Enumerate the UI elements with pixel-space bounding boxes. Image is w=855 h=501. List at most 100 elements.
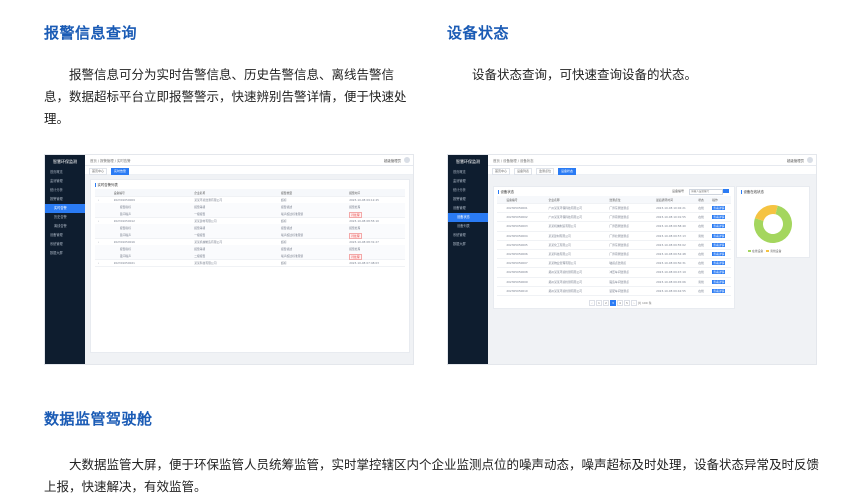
page-number[interactable]: 4 (617, 300, 623, 306)
legend-swatch (748, 250, 751, 252)
sidebar-item[interactable]: 设备列表 (448, 222, 488, 231)
table-cell: 在线 (698, 242, 704, 247)
detail-column-header: 报警等级 (194, 247, 206, 251)
table-cell: 厂界南侧监测点 (609, 215, 629, 220)
sidebar-item[interactable]: 统计分析 (45, 186, 85, 195)
table-cell: 广州某某环保科技有限公司 (548, 215, 583, 220)
table-cell: 2023-10-08 07:48:03 (349, 261, 379, 265)
user-name[interactable]: 超级管理员 (787, 158, 804, 163)
column-header: 设备编号 (506, 198, 518, 202)
sidebar-brand: 智慧环保监测 (456, 159, 480, 164)
detail-column-header: 报警等级 (194, 226, 206, 230)
table-cell: 202305050004 (506, 233, 528, 238)
sidebar-item[interactable]: 监测管理 (45, 177, 85, 186)
card-title: 实时告警列表 (95, 182, 118, 187)
pie-slice[interactable] (754, 205, 778, 221)
sidebar-item[interactable]: 数据大屏 (448, 240, 488, 249)
detail-cell: 昼间噪声 (119, 233, 131, 237)
breadcrumb[interactable]: 首页 / 设备管理 / 设备状态 (493, 158, 534, 163)
table-cell: 超标 (281, 198, 287, 202)
view-button[interactable]: 查看详情 (712, 242, 726, 247)
avatar[interactable] (404, 157, 410, 163)
page-tab[interactable]: 首页中心 (89, 167, 108, 175)
view-button[interactable]: 查看详情 (712, 215, 726, 220)
table-cell: 2023-10-08 08:31:27 (349, 240, 379, 244)
page-number[interactable]: 5 (624, 300, 630, 306)
sidebar-item[interactable]: 离线告警 (45, 222, 85, 231)
table-cell: 在线 (698, 215, 704, 220)
expand-icon[interactable]: › (98, 261, 99, 265)
view-button[interactable]: 查看详情 (712, 261, 726, 266)
user-name[interactable]: 超级管理员 (384, 158, 401, 163)
table-cell: 某某建材有限公司 (194, 219, 217, 223)
expand-icon[interactable]: › (98, 240, 99, 244)
prev-page-icon[interactable]: ‹ (589, 300, 595, 306)
view-button[interactable]: 查看详情 (712, 224, 726, 229)
page-tab[interactable]: 设备列表 (514, 167, 533, 175)
table-cell: 离线 (698, 233, 704, 238)
sidebar-item[interactable]: 监测管理 (448, 177, 488, 186)
sidebar-item[interactable]: 报警管理 (448, 195, 488, 204)
sidebar-item[interactable]: 统计分析 (448, 186, 488, 195)
table-cell: 某某环境监测有限公司 (194, 198, 223, 202)
table-cell: 厂界南侧监测点 (609, 252, 629, 256)
table-cell: 某某建材有限公司 (548, 233, 571, 238)
alarm-section-title: 报警信息查询 (44, 24, 138, 42)
sidebar-item[interactable]: 历史告警 (45, 213, 85, 222)
next-page-icon[interactable]: › (631, 300, 637, 306)
table-cell: 202301050016 (113, 240, 135, 244)
breadcrumb[interactable]: 首页 / 报警管理 / 实时告警 (90, 158, 131, 163)
table-cell: 202305050003 (506, 224, 528, 229)
detail-cell: 二级报警 (194, 254, 206, 258)
column-header: 设备编号 (113, 191, 125, 195)
expand-icon[interactable]: › (98, 198, 99, 202)
table-cell: 超标 (281, 261, 287, 265)
page-tab[interactable]: 设备状态 (558, 167, 577, 175)
view-button[interactable]: 查看详情 (712, 288, 726, 293)
detail-column-header: 报警指标 (119, 226, 131, 230)
alarm-section-body: 报警信息可分为实时告警信息、历史告警信息、离线告警信息，数据超标平台立即报警警示… (44, 67, 407, 126)
view-button[interactable]: 查看详情 (712, 270, 726, 275)
view-button[interactable]: 查看详情 (712, 279, 726, 284)
page-number[interactable]: 1 (596, 300, 602, 306)
sidebar-item[interactable]: 实时告警 (45, 204, 85, 213)
sidebar: 智慧环保监测 首页概览 监测管理 统计分析 报警管理 设备管理 设备状态 设备列表 系统管理数… (448, 155, 488, 364)
sidebar-item[interactable]: 首页概览 (45, 168, 85, 177)
view-button[interactable]: 查看详情 (712, 233, 726, 238)
table-cell: 超标 (281, 240, 287, 244)
page-number[interactable]: 2 (603, 300, 609, 306)
table-cell: 202305050010 (506, 288, 528, 293)
sidebar-item[interactable]: 设备管理 (448, 204, 488, 213)
page-tab[interactable]: 首页中心 (492, 167, 511, 175)
search-input[interactable] (689, 188, 723, 195)
table-cell: 202305050006 (506, 252, 528, 256)
table-cell: 某某科技有限公司 (548, 252, 571, 256)
sidebar-item[interactable]: 首页概览 (448, 168, 488, 177)
table-row[interactable]: › 202301050021 某某科技有限公司 超标 2023-10-08 07:48:… (95, 259, 405, 267)
sidebar-item[interactable]: 系统管理 (45, 240, 85, 249)
table-cell: 在线 (698, 252, 704, 256)
table-cell: 某某科技有限公司 (194, 261, 217, 265)
table-cell: 敏感点监测点 (609, 261, 627, 266)
sidebar-item[interactable]: 报警管理 (45, 195, 85, 204)
table-cell: 广州某某环保科技有限公司 (548, 206, 583, 210)
device-section-body: 设备状态查询，可快速查询设备的状态。 (472, 67, 698, 82)
search-button[interactable] (723, 188, 729, 193)
expand-icon[interactable]: › (98, 219, 99, 223)
sidebar-item[interactable]: 设备管理 (45, 231, 85, 240)
detail-column-header: 报警描述 (281, 247, 293, 251)
sidebar-item[interactable]: 系统管理 (448, 231, 488, 240)
device-table: 设备编号 企业名称 监测点位 最后通讯时间 状态 操作 202305050001 广州某某环保… (497, 196, 731, 298)
table-cell: 装配车间监测点 (609, 288, 629, 293)
total-count: 共 100 条 (638, 301, 652, 305)
view-button[interactable]: 查看详情 (712, 206, 726, 210)
page-tab[interactable]: 监测点位 (536, 167, 555, 175)
sidebar-item[interactable]: 设备状态 (448, 213, 488, 222)
view-button[interactable]: 查看详情 (712, 252, 726, 256)
page-number[interactable]: 3 (610, 300, 616, 306)
table-row[interactable]: 202305050010 郑州某某环境检测有限公司 装配车间监测点 2023-10-0… (497, 286, 731, 296)
page-tab[interactable]: 实时告警 (111, 167, 130, 175)
sidebar-item[interactable]: 数据大屏 (45, 249, 85, 258)
avatar[interactable] (807, 157, 813, 163)
sidebar: 智慧环保监测 首页概览 监测管理 统计分析 报警管理 实时告警 历史告警 离线告警 设备管理系… (45, 155, 85, 364)
